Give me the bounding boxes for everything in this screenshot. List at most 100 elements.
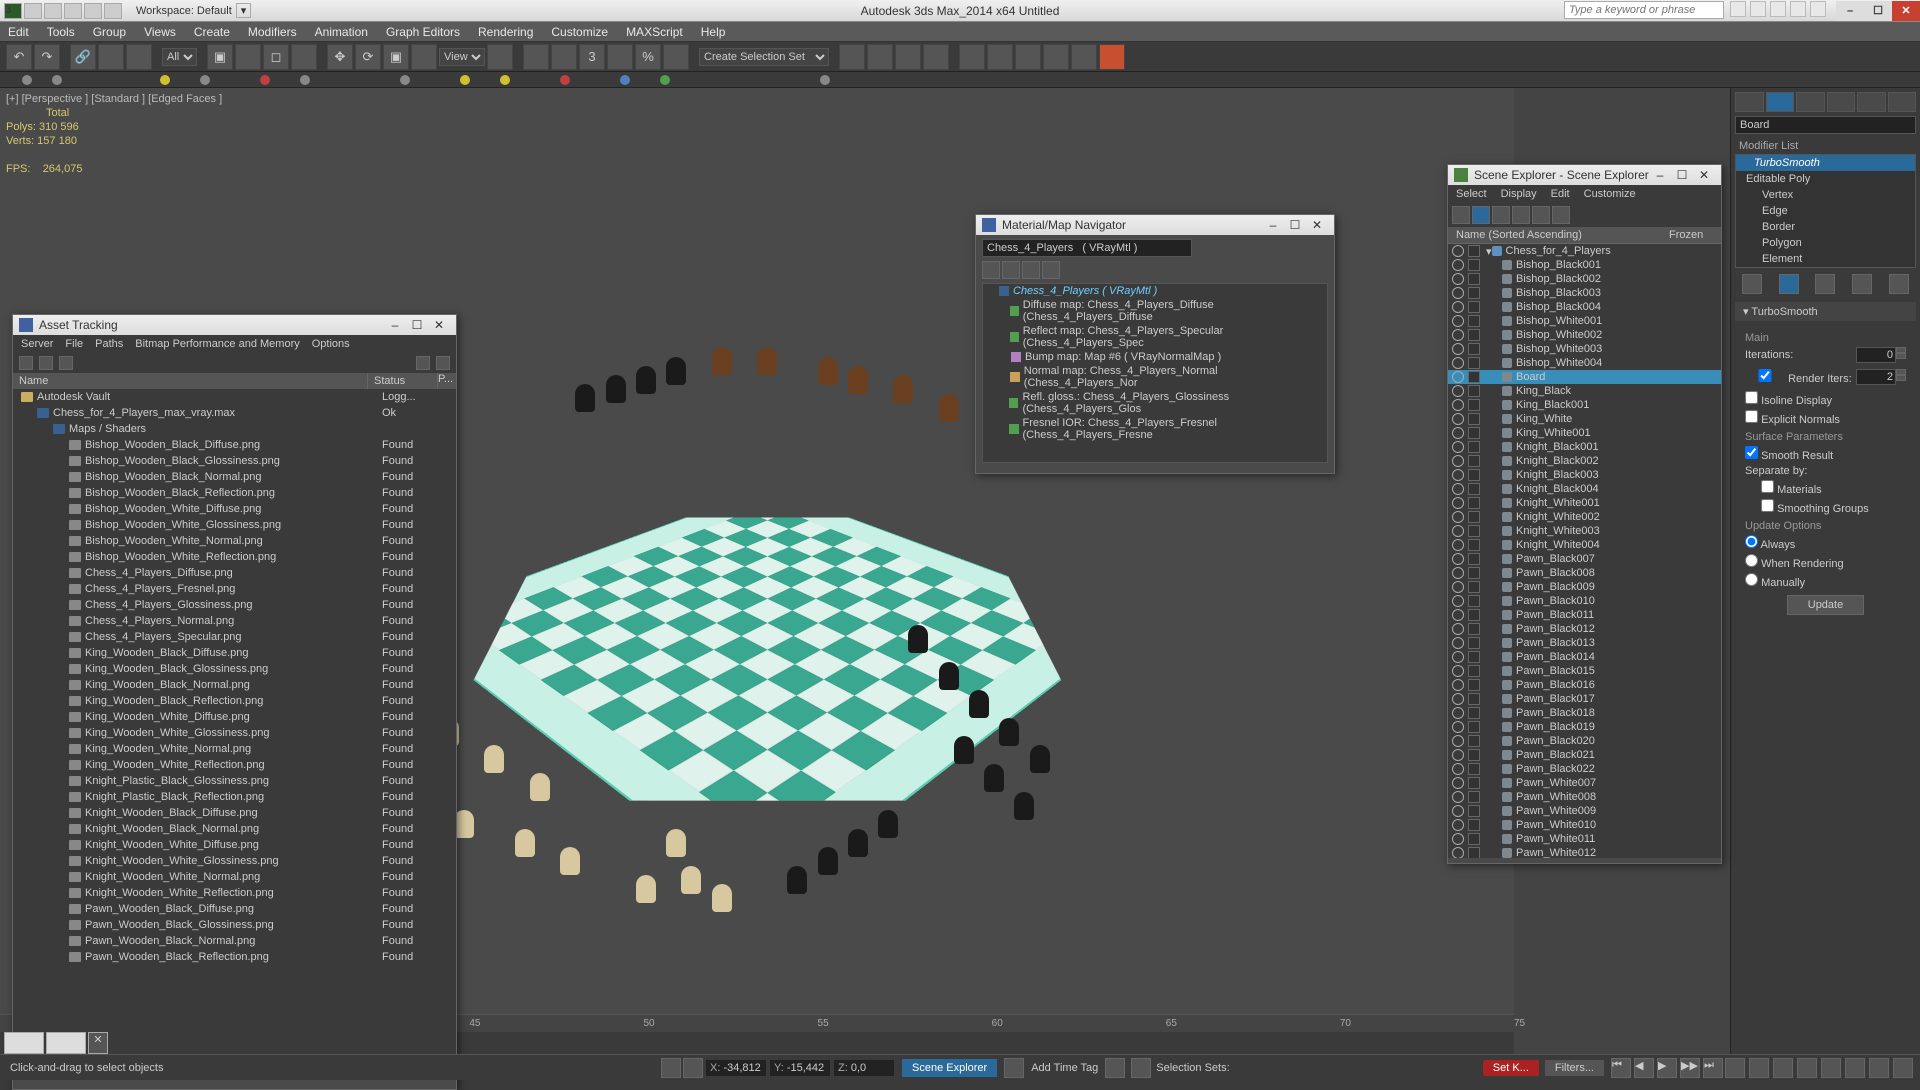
link-tool[interactable]: 🔗 [70, 44, 96, 70]
menu-views[interactable]: Views [144, 25, 176, 39]
scene-item[interactable]: Pawn_Black016 [1448, 678, 1721, 692]
asset-row[interactable]: Knight_Wooden_White_Normal.pngFound [13, 869, 456, 885]
scene-item[interactable]: Knight_Black004 [1448, 482, 1721, 496]
scene-item[interactable]: Knight_Black003 [1448, 468, 1721, 482]
viewport-maxtoggle[interactable] [1869, 1058, 1889, 1078]
configure-sets[interactable] [1889, 274, 1909, 294]
scene-item[interactable]: Bishop_Black003 [1448, 286, 1721, 300]
dot-icon[interactable] [500, 75, 510, 85]
scene-item[interactable]: Bishop_Black004 [1448, 300, 1721, 314]
iterations-input[interactable] [1856, 347, 1896, 363]
create-tab[interactable] [1735, 92, 1764, 112]
scene-item[interactable]: Pawn_Black009 [1448, 580, 1721, 594]
reference-coord[interactable]: View [439, 48, 485, 66]
se-minimize[interactable]: – [1649, 168, 1671, 182]
scene-item[interactable]: Pawn_Black019 [1448, 720, 1721, 734]
scene-item[interactable]: Pawn_Black010 [1448, 594, 1721, 608]
se-menu-customize[interactable]: Customize [1584, 188, 1636, 200]
info-icon[interactable] [1750, 1, 1766, 17]
schematic-view-tool[interactable] [987, 44, 1013, 70]
se-col-name[interactable]: Name (Sorted Ascending) [1448, 227, 1665, 243]
curve-editor-tool[interactable] [959, 44, 985, 70]
viewport-max[interactable] [1845, 1058, 1865, 1078]
scene-item[interactable]: Pawn_Black007 [1448, 552, 1721, 566]
asset-row[interactable]: Bishop_Wooden_White_Glossiness.pngFound [13, 517, 456, 533]
select-by-name-tool[interactable] [235, 44, 261, 70]
se-col-frozen[interactable]: Frozen [1665, 227, 1721, 243]
viewport-maxtoggle[interactable] [1893, 1058, 1913, 1078]
asset-row[interactable]: Pawn_Wooden_Black_Diffuse.pngFound [13, 901, 456, 917]
menu-rendering[interactable]: Rendering [478, 25, 533, 39]
menu-create[interactable]: Create [194, 25, 230, 39]
minimize-button[interactable]: – [1836, 1, 1864, 21]
select-object-tool[interactable]: ▣ [207, 44, 233, 70]
app-tab[interactable] [46, 1032, 86, 1054]
scene-item[interactable]: Bishop_White001 [1448, 314, 1721, 328]
dot-icon[interactable] [560, 75, 570, 85]
y-coord[interactable]: Y: -15,442 [770, 1060, 830, 1076]
help-search-input[interactable] [1564, 1, 1724, 19]
viewport-fov[interactable] [1821, 1058, 1841, 1078]
se-close[interactable]: ✕ [1693, 168, 1715, 182]
smooth-result-check[interactable] [1745, 446, 1758, 459]
at-tool[interactable] [436, 356, 450, 370]
close-tab[interactable]: ✕ [88, 1032, 108, 1054]
scene-item[interactable]: Bishop_White004 [1448, 356, 1721, 370]
always-radio[interactable] [1745, 535, 1758, 548]
percent-snap[interactable]: % [635, 44, 661, 70]
filters-btn[interactable] [1105, 1058, 1125, 1078]
asset-tracking-window[interactable]: Asset Tracking – ☐ ✕ Server File Paths B… [12, 314, 457, 1090]
scene-item[interactable]: Knight_White001 [1448, 496, 1721, 510]
smoothing-groups-check[interactable] [1761, 499, 1774, 512]
keyboard-shortcuts[interactable] [551, 44, 577, 70]
material-row[interactable]: Normal map: Chess_4_Players_Normal (Ches… [983, 364, 1327, 390]
scene-item[interactable]: Pawn_White010 [1448, 818, 1721, 832]
spin-down[interactable] [1896, 375, 1906, 381]
dot-icon[interactable] [160, 75, 170, 85]
manually-radio[interactable] [1745, 573, 1758, 586]
asset-row[interactable]: Knight_Wooden_Black_Diffuse.pngFound [13, 805, 456, 821]
asset-row[interactable]: Bishop_Wooden_Black_Normal.pngFound [13, 469, 456, 485]
scene-item[interactable]: King_White001 [1448, 426, 1721, 440]
status-key-btn[interactable] [1004, 1058, 1024, 1078]
asset-row[interactable]: King_Wooden_White_Glossiness.pngFound [13, 725, 456, 741]
save-btn[interactable] [64, 3, 82, 19]
scene-item[interactable]: Pawn_Black011 [1448, 608, 1721, 622]
display-tab[interactable] [1857, 92, 1886, 112]
asset-row[interactable]: King_Wooden_Black_Glossiness.pngFound [13, 661, 456, 677]
asset-row[interactable]: Chess_4_Players_Glossiness.pngFound [13, 597, 456, 613]
matnav-maximize[interactable]: ☐ [1284, 218, 1306, 232]
asset-row[interactable]: King_Wooden_White_Normal.pngFound [13, 741, 456, 757]
mod-border[interactable]: Border [1736, 219, 1915, 235]
move-tool[interactable]: ✥ [327, 44, 353, 70]
named-selection[interactable]: Create Selection Set [699, 48, 829, 66]
at-col-name[interactable]: Name [13, 373, 368, 389]
align-tool[interactable] [867, 44, 893, 70]
at-refresh[interactable] [416, 356, 430, 370]
asset-row[interactable]: Bishop_Wooden_Black_Reflection.pngFound [13, 485, 456, 501]
asset-row[interactable]: King_Wooden_Black_Diffuse.pngFound [13, 645, 456, 661]
viewport-arc[interactable] [1749, 1058, 1769, 1078]
modifier-list-dropdown[interactable]: Modifier List [1735, 138, 1916, 154]
dot-icon[interactable] [400, 75, 410, 85]
spin-down[interactable] [1896, 353, 1906, 359]
asset-row[interactable]: Chess_4_Players_Fresnel.pngFound [13, 581, 456, 597]
play[interactable]: ▶ [1657, 1058, 1677, 1078]
modify-tab[interactable] [1766, 92, 1795, 112]
asset-row[interactable]: Knight_Plastic_Black_Reflection.pngFound [13, 789, 456, 805]
at-menu-file[interactable]: File [65, 338, 83, 350]
at-close[interactable]: ✕ [428, 318, 450, 332]
matnav-close[interactable]: ✕ [1306, 218, 1328, 232]
asset-row[interactable]: Autodesk VaultLogg... [13, 389, 456, 405]
scene-item[interactable]: King_White [1448, 412, 1721, 426]
prev-frame[interactable]: ◀ [1634, 1058, 1654, 1078]
at-minimize[interactable]: – [384, 318, 406, 332]
at-menu-options[interactable]: Options [312, 338, 350, 350]
render-tool[interactable] [1099, 44, 1125, 70]
scene-item[interactable]: Bishop_Black001 [1448, 258, 1721, 272]
spinner-snap[interactable] [663, 44, 689, 70]
se-filter[interactable] [1452, 206, 1470, 224]
material-row[interactable]: Fresnel IOR: Chess_4_Players_Fresnel (Ch… [983, 416, 1327, 442]
scene-item[interactable]: Knight_Black001 [1448, 440, 1721, 454]
scene-item[interactable]: Knight_White004 [1448, 538, 1721, 552]
